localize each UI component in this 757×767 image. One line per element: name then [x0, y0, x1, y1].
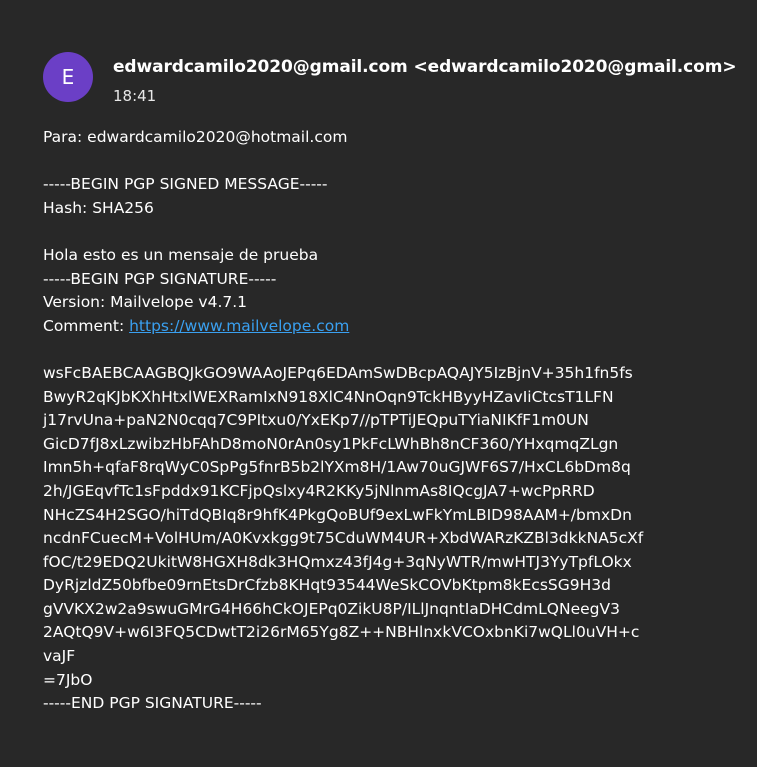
- signature-line: DyRjzldZ50bfbe09rnEtsDrCfzb8KHqt93544WeS…: [43, 576, 611, 595]
- signature-checksum: =7JbO: [43, 670, 93, 689]
- signature-line: 2AQtQ9V+w6I3FQ5CDwtT2i26rM65Yg8Z++NBHlnx…: [43, 623, 640, 642]
- recipient-line: Para: edwardcamilo2020@hotmail.com: [43, 128, 348, 146]
- signature-line: GicD7fJ8xLzwibzHbFAhD8moN0rAn0sy1PkFcLWh…: [43, 434, 619, 453]
- signature-line: NHcZS4H2SGO/hiTdQBIq8r9hfK4PkgQoBUf9exLw…: [43, 505, 632, 524]
- signature-line: 2h/JGEqvfTc1sFpddx91KCFjpQslxy4R2KKy5jNl…: [43, 481, 595, 500]
- pgp-end-signature: -----END PGP SIGNATURE-----: [43, 694, 262, 713]
- pgp-version: Version: Mailvelope v4.7.1: [43, 293, 248, 312]
- sender-address[interactable]: edwardcamilo2020@gmail.com <edwardcamilo…: [113, 57, 737, 77]
- signature-block: wsFcBAEBCAAGBQJkGO9WAAoJEPq6EDAmSwDBcpAQ…: [43, 362, 737, 692]
- comment-label: Comment:: [43, 316, 130, 335]
- pgp-begin-signed: -----BEGIN PGP SIGNED MESSAGE-----: [43, 175, 328, 194]
- signature-line: ncdnFCuecM+VolHUm/A0Kvxkgg9t75CduWM4UR+X…: [43, 529, 644, 548]
- avatar-letter: E: [61, 65, 75, 89]
- signature-line: Imn5h+qfaF8rqWyC0SpPg5fnrB5b2lYXm8H/1Aw7…: [43, 458, 631, 477]
- message-body: Para: edwardcamilo2020@hotmail.com -----…: [43, 126, 737, 716]
- signature-line: fOC/t29EDQ2UkitW8HGXH8dk3HQmxz43fJ4g+3qN…: [43, 552, 632, 571]
- signature-line: j17rvUna+paN2N0cqq7C9PItxu0/YxEKp7//pTPT…: [43, 411, 589, 430]
- pgp-begin-signature: -----BEGIN PGP SIGNATURE-----: [43, 269, 277, 288]
- message-header: E edwardcamilo2020@gmail.com <edwardcami…: [43, 52, 757, 105]
- message-text: Hola esto es un mensaje de prueba: [43, 245, 319, 264]
- message-time: 18:41: [113, 87, 157, 105]
- pgp-hash: Hash: SHA256: [43, 198, 154, 217]
- mailvelope-link[interactable]: https://www.mailvelope.com: [129, 317, 349, 335]
- sender-avatar[interactable]: E: [43, 52, 93, 102]
- signature-line: BwyR2qKJbKXhHtxlWEXRamIxN918XlC4NnOqn9Tc…: [43, 387, 614, 406]
- signature-line: vaJF: [43, 647, 76, 666]
- pgp-comment: Comment: https://www.mailvelope.com: [43, 315, 737, 339]
- signature-line: gVVKX2w2a9swuGMrG4H66hCkOJEPq0ZikU8P/ILl…: [43, 599, 620, 618]
- signature-line: wsFcBAEBCAAGBQJkGO9WAAoJEPq6EDAmSwDBcpAQ…: [43, 363, 633, 382]
